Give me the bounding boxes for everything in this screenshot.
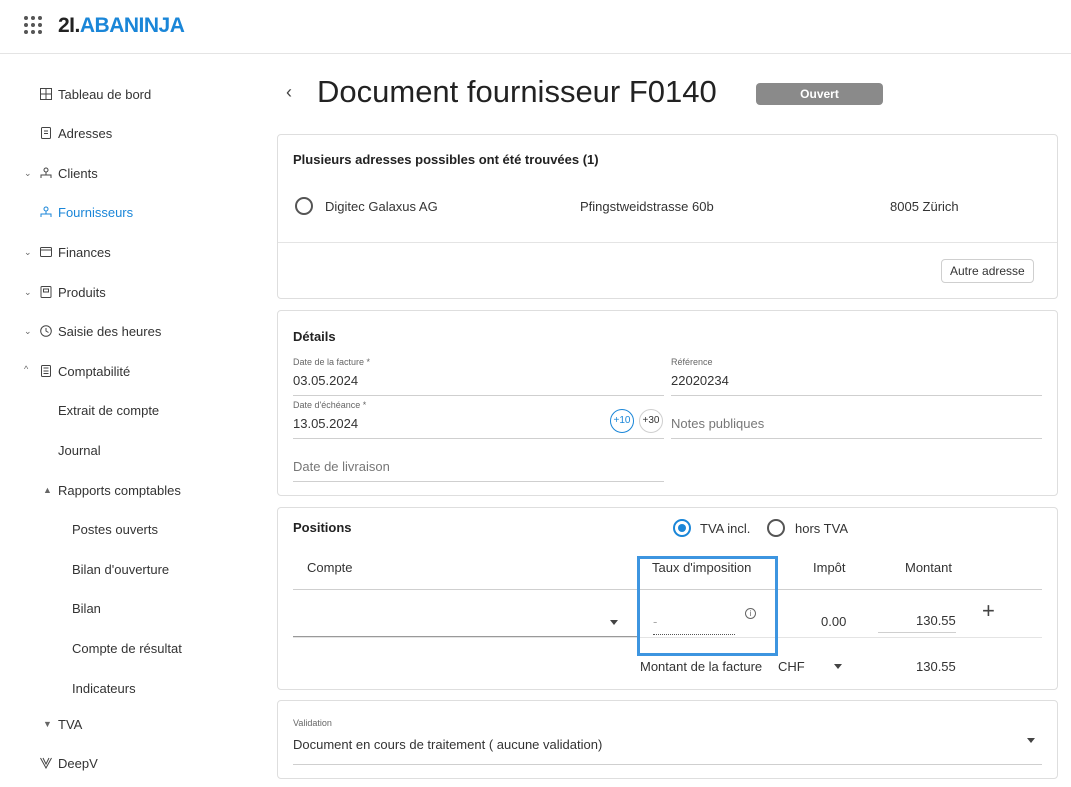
plus-30-days-button[interactable]: +30 <box>639 409 663 433</box>
chevron-down-icon[interactable]: ⌄ <box>24 287 34 298</box>
vat-excluded-label: hors TVA <box>795 521 848 536</box>
column-header-amount: Montant <box>905 560 952 575</box>
details-card: Détails Date de la facture * 03.05.2024 … <box>277 310 1058 496</box>
sidebar-item-label: Compte de résultat <box>72 640 182 656</box>
sidebar-item-label: Indicateurs <box>72 680 136 696</box>
address-candidate-radio[interactable] <box>295 197 313 215</box>
back-chevron-icon[interactable]: ‹ <box>286 82 292 103</box>
suppliers-icon <box>40 206 52 218</box>
sidebar-item-label: Finances <box>58 244 111 260</box>
chevron-down-icon[interactable]: ⌄ <box>24 247 34 258</box>
sidebar-item-label: Bilan d'ouverture <box>72 561 170 577</box>
due-date-label: Date d'échéance * <box>293 400 367 410</box>
validation-label: Validation <box>293 718 332 728</box>
sidebar-item-label: TVA <box>58 716 83 732</box>
sidebar-item-label: Postes ouverts <box>72 521 158 537</box>
sidebar-item-label: Saisie des heures <box>58 323 162 339</box>
delivery-date-input[interactable]: Date de livraison <box>293 459 390 474</box>
brand-logo-part1: 2I. <box>58 14 80 37</box>
due-date-field[interactable]: 13.05.2024 <box>293 416 358 431</box>
reference-field[interactable]: 22020234 <box>671 373 729 388</box>
products-icon <box>40 286 52 298</box>
chevron-down-icon[interactable]: ⌄ <box>24 326 34 337</box>
column-header-tax: Impôt <box>813 560 846 575</box>
column-header-account: Compte <box>307 560 353 575</box>
add-position-icon[interactable]: + <box>982 600 995 622</box>
address-suggestions-title: Plusieurs adresses possibles ont été tro… <box>293 152 599 167</box>
caret-up-icon[interactable]: ▲ <box>43 485 53 495</box>
invoice-amount-label: Montant de la facture <box>640 659 763 674</box>
finances-icon <box>40 246 52 258</box>
sidebar-item-label: Extrait de compte <box>58 402 160 418</box>
vat-excluded-radio[interactable] <box>767 519 785 537</box>
public-notes-input[interactable]: Notes publiques <box>671 416 764 431</box>
account-dropdown-caret[interactable] <box>610 620 618 625</box>
validation-underline <box>293 764 1042 765</box>
calculator-icon <box>40 365 52 377</box>
positions-title: Positions <box>293 520 352 535</box>
vat-included-radio[interactable] <box>673 519 691 537</box>
brand-logo-part2: ABANINJA <box>79 14 185 37</box>
validation-select[interactable]: Document en cours de traitement ( aucune… <box>293 737 602 752</box>
positions-card: Positions TVA incl. hors TVA Compte Taux… <box>277 507 1058 690</box>
main-content: ‹ Document fournisseur F0140 Ouvert Plus… <box>262 54 1071 787</box>
address-candidate-street: Pfingstweidstrasse 60b <box>580 199 714 214</box>
sidebar-item-label: Adresses <box>58 125 113 141</box>
amount-input[interactable]: 130.55 <box>916 613 956 628</box>
invoice-date-field[interactable]: 03.05.2024 <box>293 373 358 388</box>
address-candidate-city: 8005 Zürich <box>890 199 959 214</box>
clients-icon <box>40 167 52 179</box>
address-candidate-name: Digitec Galaxus AG <box>325 199 438 214</box>
sidebar-item-label: Journal <box>58 442 101 458</box>
other-address-button[interactable]: Autre adresse <box>941 259 1034 283</box>
clock-icon <box>40 325 52 337</box>
tax-value: 0.00 <box>821 614 847 629</box>
sidebar-item-label: DeepV <box>58 755 98 771</box>
sidebar-item-label: Clients <box>58 165 98 181</box>
due-date-underline <box>293 438 664 439</box>
currency-select[interactable]: CHF <box>778 659 805 674</box>
chevron-up-icon[interactable]: ^ <box>24 364 34 374</box>
chevron-down-icon[interactable]: ⌄ <box>24 168 34 179</box>
invoice-total-value: 130.55 <box>916 659 956 674</box>
reference-label: Référence <box>671 357 713 367</box>
sidebar-item-label: Bilan <box>72 600 101 616</box>
brand-logo[interactable]: 2I.ABANINJA <box>58 14 185 38</box>
dashboard-icon <box>40 88 52 100</box>
reference-underline <box>671 395 1042 396</box>
invoice-date-underline <box>293 395 664 396</box>
caret-down-icon[interactable]: ▼ <box>43 719 53 729</box>
plus-10-days-button[interactable]: +10 <box>610 409 634 433</box>
page-title: Document fournisseur F0140 <box>317 74 717 109</box>
sidebar-item-label: Comptabilité <box>58 363 131 379</box>
sidebar-item-label: Fournisseurs <box>58 204 134 220</box>
delivery-date-underline <box>293 481 664 482</box>
public-notes-underline <box>671 438 1042 439</box>
details-title: Détails <box>293 329 336 344</box>
apps-grid-icon[interactable] <box>24 16 42 34</box>
validation-dropdown-caret[interactable] <box>1027 738 1035 743</box>
sidebar-item-label: Rapports comptables <box>58 482 181 498</box>
address-book-icon <box>40 127 52 139</box>
sidebar-item-label: Tableau de bord <box>58 86 152 102</box>
amount-underline <box>878 632 956 633</box>
sidebar: Tableau de bord Adresses ⌄ Clients Fourn… <box>0 54 262 787</box>
invoice-date-label: Date de la facture * <box>293 357 371 367</box>
highlight-tax-rate <box>637 556 778 656</box>
address-suggestions-card: Plusieurs adresses possibles ont été tro… <box>277 134 1058 299</box>
sidebar-item-label: Produits <box>58 284 106 300</box>
top-bar: 2I.ABANINJA <box>0 0 1071 54</box>
deepv-icon <box>40 757 52 769</box>
divider <box>278 242 1057 243</box>
currency-dropdown-caret[interactable] <box>834 664 842 669</box>
status-badge: Ouvert <box>756 83 883 105</box>
vat-included-label: TVA incl. <box>700 521 751 536</box>
validation-card: Validation Document en cours de traiteme… <box>277 700 1058 779</box>
